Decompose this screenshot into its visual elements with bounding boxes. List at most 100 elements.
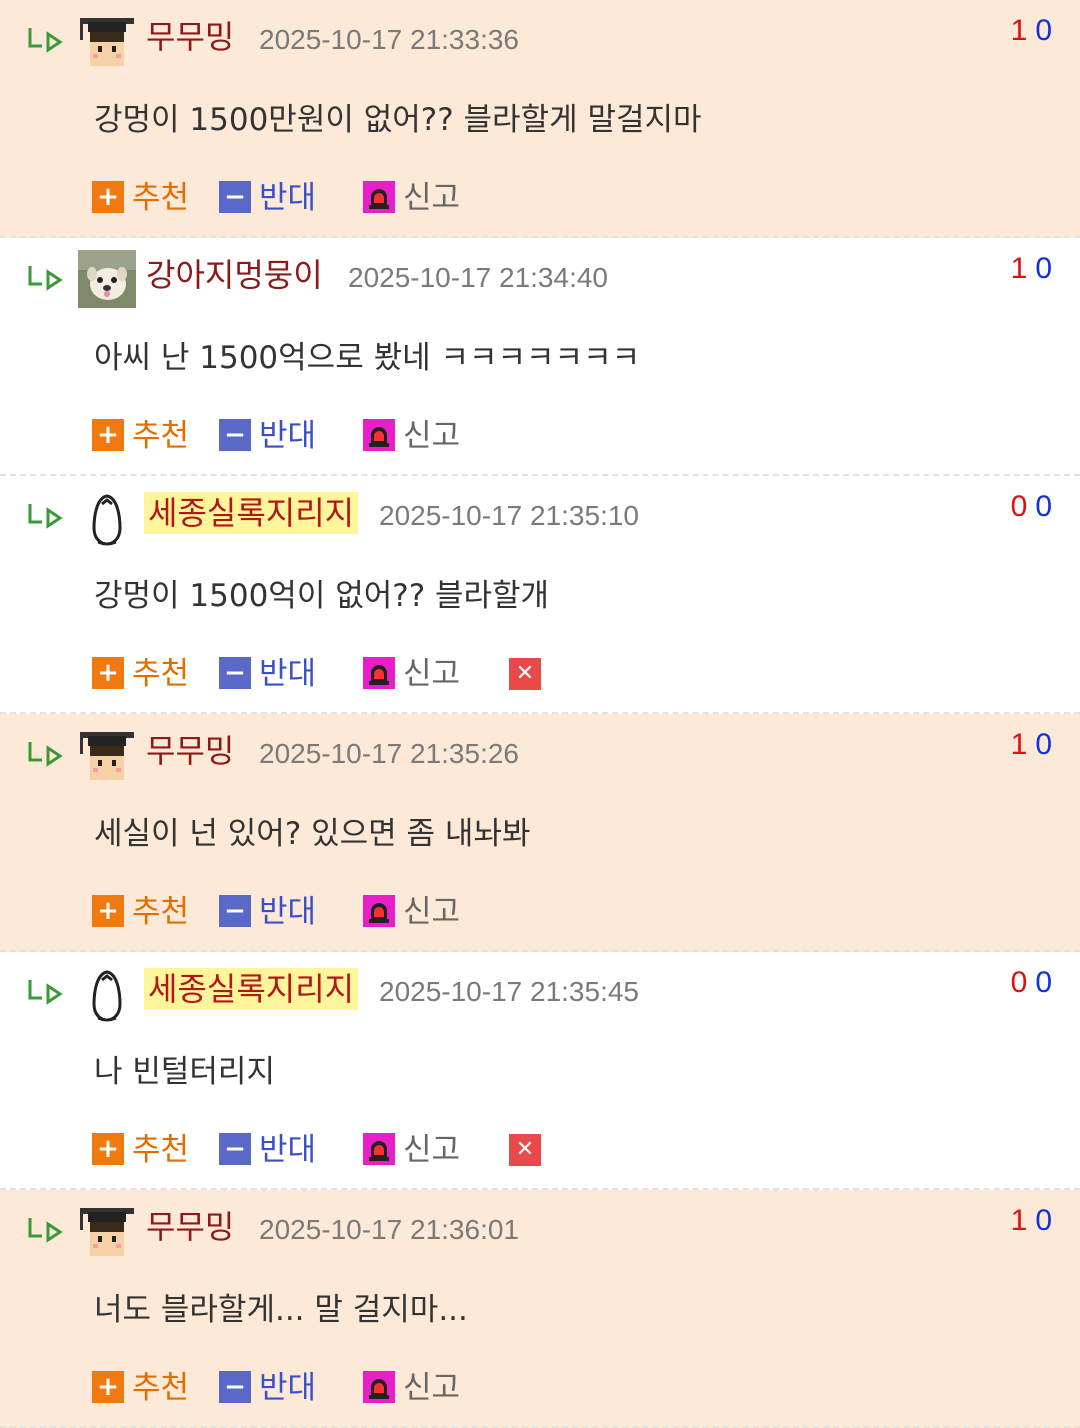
plus-square-icon: + [92, 1133, 124, 1165]
oppose-label: 반대 [259, 1131, 317, 1168]
penguin-avatar-icon [92, 970, 122, 1022]
upvote-count: 1 [1010, 14, 1028, 47]
delete-button[interactable]: ✕ [509, 646, 541, 694]
minus-square-icon: − [219, 1133, 251, 1165]
report-label: 신고 [403, 893, 461, 930]
plus-square-icon: + [92, 181, 124, 213]
vote-score: 10 [1011, 252, 1052, 286]
reply-arrow-icon [28, 28, 63, 53]
comment-text: 아씨 난 1500억으로 봤네 ㅋㅋㅋㅋㅋㅋㅋ [94, 340, 641, 376]
comment-text: 강멍이 1500만원이 없어?? 블라할게 말걸지마 [94, 102, 702, 138]
recommend-button[interactable]: + 추천 [92, 1360, 189, 1408]
report-button[interactable]: 신고 [363, 170, 460, 218]
comment-actions: + 추천 − 반대 신고 [92, 408, 692, 456]
siren-icon [363, 1371, 395, 1403]
comment-timestamp: 2025-10-17 21:35:10 [379, 500, 639, 531]
reply-arrow-icon [28, 266, 63, 291]
comment-text: 세실이 넌 있어? 있으면 좀 내놔봐 [94, 816, 531, 852]
siren-icon [363, 895, 395, 927]
comment-text: 강멍이 1500억이 없어?? 블라할개 [94, 578, 550, 614]
plus-square-icon: + [92, 419, 124, 451]
recommend-button[interactable]: + 추천 [92, 646, 189, 694]
oppose-label: 반대 [259, 179, 317, 216]
oppose-label: 반대 [259, 655, 317, 692]
graduation-cap-avatar-icon [80, 1208, 134, 1256]
puppy-photo-avatar-icon [78, 250, 136, 308]
comment-author[interactable]: 무무밍 [144, 1206, 236, 1248]
report-label: 신고 [403, 179, 461, 216]
recommend-button[interactable]: + 추천 [92, 170, 189, 218]
reply-arrow-icon [28, 742, 63, 767]
comment-actions: + 추천 − 반대 신고 [92, 884, 692, 932]
oppose-button[interactable]: − 반대 [219, 1360, 316, 1408]
downvote-count: 0 [1035, 252, 1052, 285]
comment-actions: + 추천 − 반대 신고 ✕ [92, 646, 692, 694]
recommend-label: 추천 [132, 655, 190, 692]
graduation-cap-avatar-icon [80, 18, 134, 66]
vote-score: 10 [1011, 728, 1052, 762]
close-square-icon: ✕ [509, 658, 541, 690]
vote-score: 00 [1011, 490, 1052, 524]
siren-icon [363, 419, 395, 451]
penguin-avatar-icon [92, 494, 122, 546]
recommend-label: 추천 [132, 1131, 190, 1168]
comment-author[interactable]: 세종실록지리지 [144, 968, 359, 1010]
oppose-button[interactable]: − 반대 [219, 170, 316, 218]
report-button[interactable]: 신고 [363, 1122, 460, 1170]
comment-timestamp: 2025-10-17 21:35:45 [379, 976, 639, 1007]
siren-icon [363, 1133, 395, 1165]
plus-square-icon: + [92, 1371, 124, 1403]
comment-item: 무무밍 2025-10-17 21:36:01 10 너도 블라할게... 말 … [0, 1190, 1080, 1428]
oppose-button[interactable]: − 반대 [219, 646, 316, 694]
comment-text: 너도 블라할게... 말 걸지마... [94, 1292, 468, 1328]
oppose-label: 반대 [259, 893, 317, 930]
reply-arrow-icon [28, 504, 63, 529]
comment-author[interactable]: 무무밍 [144, 16, 236, 58]
delete-button[interactable]: ✕ [509, 1122, 541, 1170]
reply-arrow-icon [28, 980, 63, 1005]
upvote-count: 0 [1010, 966, 1028, 999]
recommend-button[interactable]: + 추천 [92, 1122, 189, 1170]
comment-item: 강아지멍뭉이 2025-10-17 21:34:40 10 아씨 난 1500억… [0, 238, 1080, 476]
oppose-button[interactable]: − 반대 [219, 884, 316, 932]
comment-actions: + 추천 − 반대 신고 ✕ [92, 1122, 692, 1170]
report-button[interactable]: 신고 [363, 1360, 460, 1408]
report-label: 신고 [403, 1369, 461, 1406]
siren-icon [363, 657, 395, 689]
upvote-count: 1 [1010, 1204, 1028, 1237]
report-button[interactable]: 신고 [363, 408, 460, 456]
comment-author[interactable]: 무무밍 [144, 730, 236, 772]
vote-score: 10 [1011, 1204, 1052, 1238]
vote-score: 10 [1011, 14, 1052, 48]
comment-author[interactable]: 강아지멍뭉이 [144, 254, 325, 296]
vote-score: 00 [1011, 966, 1052, 1000]
plus-square-icon: + [92, 657, 124, 689]
oppose-button[interactable]: − 반대 [219, 408, 316, 456]
minus-square-icon: − [219, 657, 251, 689]
oppose-label: 반대 [259, 1369, 317, 1406]
upvote-count: 1 [1010, 252, 1028, 285]
minus-square-icon: − [219, 1371, 251, 1403]
downvote-count: 0 [1035, 14, 1052, 47]
comment-actions: + 추천 − 반대 신고 [92, 170, 692, 218]
downvote-count: 0 [1035, 1204, 1052, 1237]
recommend-button[interactable]: + 추천 [92, 408, 189, 456]
report-button[interactable]: 신고 [363, 884, 460, 932]
report-button[interactable]: 신고 [363, 646, 460, 694]
downvote-count: 0 [1035, 728, 1052, 761]
recommend-label: 추천 [132, 417, 190, 454]
comment-timestamp: 2025-10-17 21:35:26 [259, 738, 519, 769]
comment-list: 무무밍 2025-10-17 21:33:36 10 강멍이 1500만원이 없… [0, 0, 1080, 1428]
recommend-label: 추천 [132, 893, 190, 930]
comment-item: 무무밍 2025-10-17 21:33:36 10 강멍이 1500만원이 없… [0, 0, 1080, 238]
recommend-label: 추천 [132, 1369, 190, 1406]
downvote-count: 0 [1035, 966, 1052, 999]
siren-icon [363, 181, 395, 213]
oppose-button[interactable]: − 반대 [219, 1122, 316, 1170]
comment-timestamp: 2025-10-17 21:33:36 [259, 24, 519, 55]
recommend-button[interactable]: + 추천 [92, 884, 189, 932]
upvote-count: 1 [1010, 728, 1028, 761]
comment-author[interactable]: 세종실록지리지 [144, 492, 359, 534]
downvote-count: 0 [1035, 490, 1052, 523]
comment-item: 무무밍 2025-10-17 21:35:26 10 세실이 넌 있어? 있으면… [0, 714, 1080, 952]
